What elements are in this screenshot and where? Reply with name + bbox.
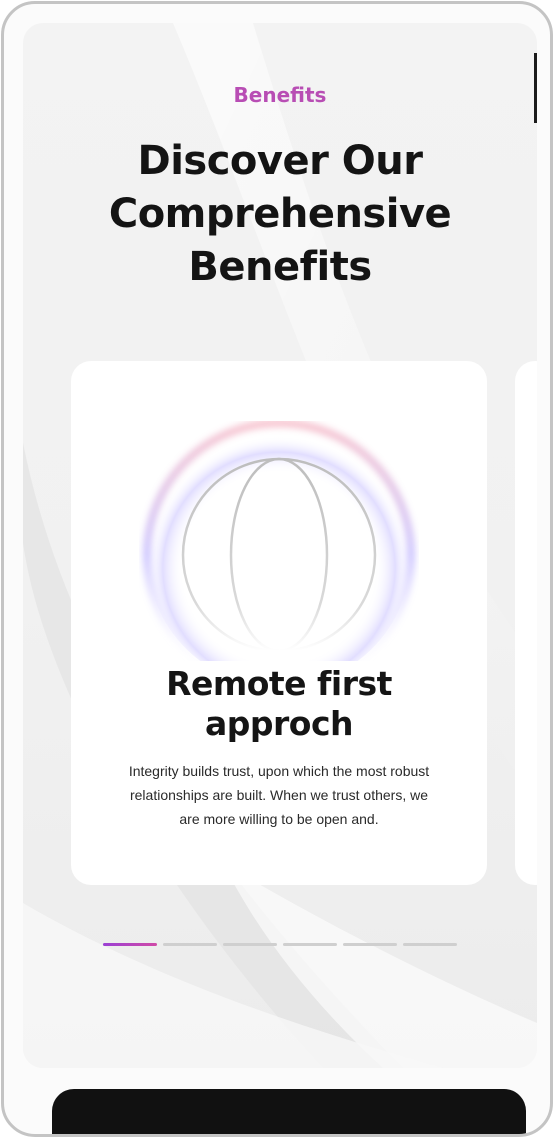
device-frame: Benefits Discover Our Comprehensive Bene… — [1, 1, 553, 1137]
bottom-cta-section — [52, 1089, 526, 1134]
pagination-dot-3[interactable] — [223, 943, 277, 946]
pagination-dot-1[interactable] — [103, 943, 157, 946]
pagination-dot-6[interactable] — [403, 943, 457, 946]
globe-icon — [144, 421, 414, 661]
carousel-pagination — [103, 943, 459, 949]
card-title: Remote first approch — [166, 664, 392, 743]
section-eyebrow: Benefits — [233, 83, 327, 107]
benefits-section: Benefits Discover Our Comprehensive Bene… — [23, 23, 537, 1068]
pagination-dot-4[interactable] — [283, 943, 337, 946]
next-benefit-card[interactable] — [515, 361, 537, 885]
card-description: Integrity builds trust, upon which the m… — [128, 763, 430, 827]
benefit-card[interactable]: Remote first approch Integrity builds tr… — [71, 361, 487, 885]
section-headline: Discover Our Comprehensive Benefits — [108, 138, 452, 290]
pagination-dot-5[interactable] — [343, 943, 397, 946]
pagination-dot-2[interactable] — [163, 943, 217, 946]
